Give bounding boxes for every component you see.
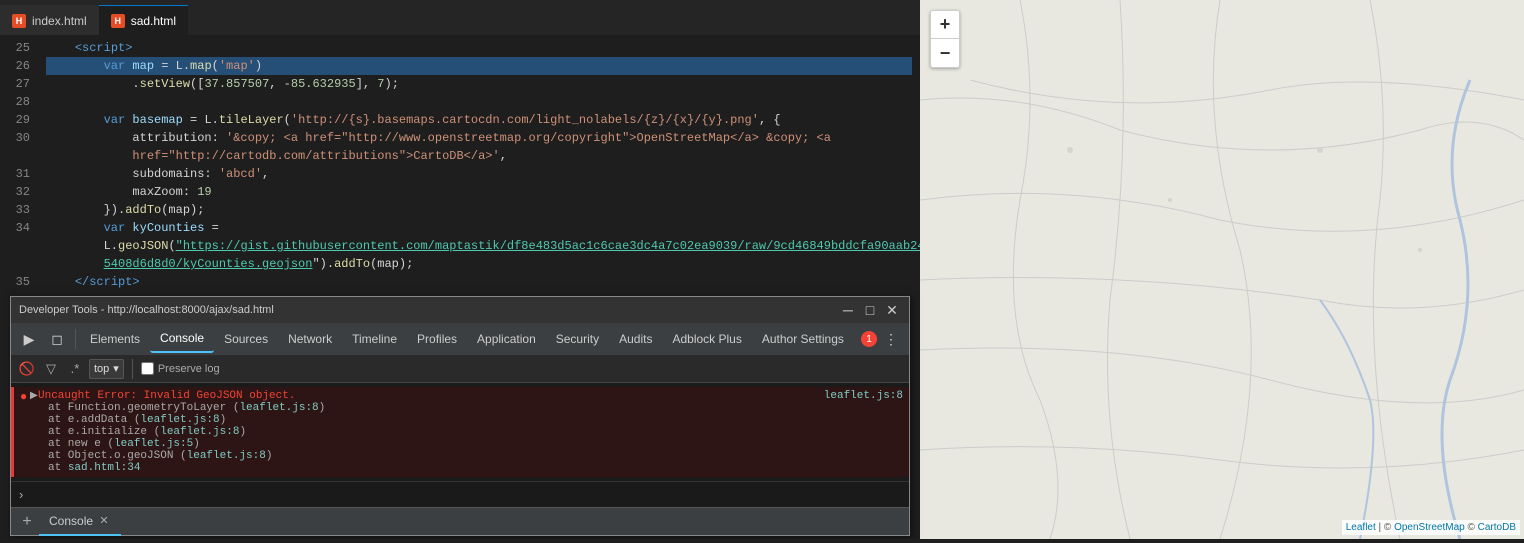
context-dropdown-label: top xyxy=(94,363,109,375)
tab-sources[interactable]: Sources xyxy=(214,325,278,353)
context-dropdown[interactable]: top ▾ xyxy=(89,359,124,379)
tab-elements[interactable]: Elements xyxy=(80,325,150,353)
devtools-nav: ▶ ◻ Elements Console Sources Network Tim… xyxy=(11,323,909,355)
error-source-link[interactable]: leaflet.js:8 xyxy=(824,390,903,402)
tab-adblock-plus[interactable]: Adblock Plus xyxy=(662,325,751,353)
stack-link-1[interactable]: leaflet.js:8 xyxy=(239,402,318,414)
tab-profiles[interactable]: Profiles xyxy=(407,325,467,353)
stack-link-4[interactable]: leaflet.js:5 xyxy=(114,438,193,450)
stack-frame-4: at new e (leaflet.js:5) xyxy=(48,438,903,450)
stack-frame-6: at sad.html:34 xyxy=(48,462,903,474)
stack-link-6[interactable]: sad.html:34 xyxy=(68,462,141,474)
preserve-log-checkbox[interactable] xyxy=(141,362,154,375)
inspect-element-icon[interactable]: ▶ xyxy=(15,325,43,353)
map-credit: Leaflet | © OpenStreetMap © CartoDB xyxy=(1342,520,1520,535)
map-area: + − Leaflet | © OpenStreetMap © CartoDB xyxy=(920,0,1524,539)
error-stack-trace: at Function.geometryToLayer (leaflet.js:… xyxy=(38,402,903,474)
html-icon: H xyxy=(12,14,26,28)
filter-icon[interactable]: ▽ xyxy=(41,359,61,379)
tab-application[interactable]: Application xyxy=(467,325,546,353)
error-main-line: Uncaught Error: Invalid GeoJSON object. … xyxy=(38,390,903,402)
console-bottom-tab[interactable]: Console ✕ xyxy=(39,508,121,536)
tab-timeline[interactable]: Timeline xyxy=(342,325,407,353)
osm-link[interactable]: OpenStreetMap xyxy=(1394,522,1465,533)
nav-separator xyxy=(75,329,76,349)
leaflet-link[interactable]: Leaflet xyxy=(1346,522,1376,533)
regex-icon[interactable]: .* xyxy=(65,359,85,379)
tab-console[interactable]: Console xyxy=(150,325,214,353)
error-count-badge: 1 xyxy=(861,331,877,347)
map-controls: + − xyxy=(930,10,960,68)
console-error-entry: ● ▶ Uncaught Error: Invalid GeoJSON obje… xyxy=(11,387,909,477)
console-prompt-icon: › xyxy=(19,487,23,502)
clear-console-icon[interactable]: 🚫 xyxy=(17,359,37,379)
stack-frame-1: at Function.geometryToLayer (leaflet.js:… xyxy=(48,402,903,414)
device-mode-icon[interactable]: ◻ xyxy=(43,325,71,353)
tab-author-settings[interactable]: Author Settings xyxy=(752,325,854,353)
stack-link-3[interactable]: leaflet.js:8 xyxy=(160,426,239,438)
preserve-log-label[interactable]: Preserve log xyxy=(141,362,220,375)
tab-security[interactable]: Security xyxy=(546,325,609,353)
zoom-in-button[interactable]: + xyxy=(931,11,959,39)
error-expand-icon[interactable]: ▶ xyxy=(30,390,38,402)
dropdown-arrow-icon: ▾ xyxy=(113,362,119,375)
devtools-title: Developer Tools - http://localhost:8000/… xyxy=(19,304,274,316)
console-bottom-tab-label: Console xyxy=(49,514,93,528)
stack-link-5[interactable]: leaflet.js:8 xyxy=(187,450,266,462)
cartodb-link[interactable]: CartoDB xyxy=(1478,522,1516,533)
add-tab-button[interactable]: + xyxy=(15,510,39,534)
tab-index-html[interactable]: H index.html xyxy=(0,5,99,35)
error-message: Uncaught Error: Invalid GeoJSON object. xyxy=(38,390,295,402)
toolbar-sep xyxy=(132,359,133,379)
console-output: ● ▶ Uncaught Error: Invalid GeoJSON obje… xyxy=(11,383,909,481)
tab-sad-html-label: sad.html xyxy=(131,14,176,28)
restore-button[interactable]: □ xyxy=(861,301,879,319)
minimize-button[interactable]: ─ xyxy=(839,301,857,319)
devtools-panel: Developer Tools - http://localhost:8000/… xyxy=(10,296,910,536)
tab-sad-html[interactable]: H sad.html xyxy=(99,5,188,35)
tab-network[interactable]: Network xyxy=(278,325,342,353)
tab-index-html-label: index.html xyxy=(32,14,87,28)
tab-audits[interactable]: Audits xyxy=(609,325,662,353)
zoom-out-button[interactable]: − xyxy=(931,39,959,67)
stack-frame-5: at Object.o.geoJSON (leaflet.js:8) xyxy=(48,450,903,462)
error-circle-icon: ● xyxy=(20,390,27,404)
editor-tabs: H index.html H sad.html xyxy=(0,0,920,35)
stack-frame-2: at e.addData (leaflet.js:8) xyxy=(48,414,903,426)
more-options-icon[interactable]: ⋮ xyxy=(877,325,905,353)
console-toolbar: 🚫 ▽ .* top ▾ Preserve log xyxy=(11,355,909,383)
close-button[interactable]: ✕ xyxy=(883,301,901,319)
map-svg xyxy=(920,0,1524,539)
devtools-titlebar: Developer Tools - http://localhost:8000/… xyxy=(11,297,909,323)
console-input[interactable] xyxy=(31,488,901,502)
stack-frame-3: at e.initialize (leaflet.js:8) xyxy=(48,426,903,438)
error-badge: 1 xyxy=(861,331,877,347)
html-icon-2: H xyxy=(111,14,125,28)
console-input-row: › xyxy=(11,481,909,507)
close-console-tab-button[interactable]: ✕ xyxy=(97,514,111,528)
devtools-window-controls: ─ □ ✕ xyxy=(839,301,901,319)
stack-link-2[interactable]: leaflet.js:8 xyxy=(140,414,219,426)
bottom-tabbar: + Console ✕ xyxy=(11,507,909,535)
